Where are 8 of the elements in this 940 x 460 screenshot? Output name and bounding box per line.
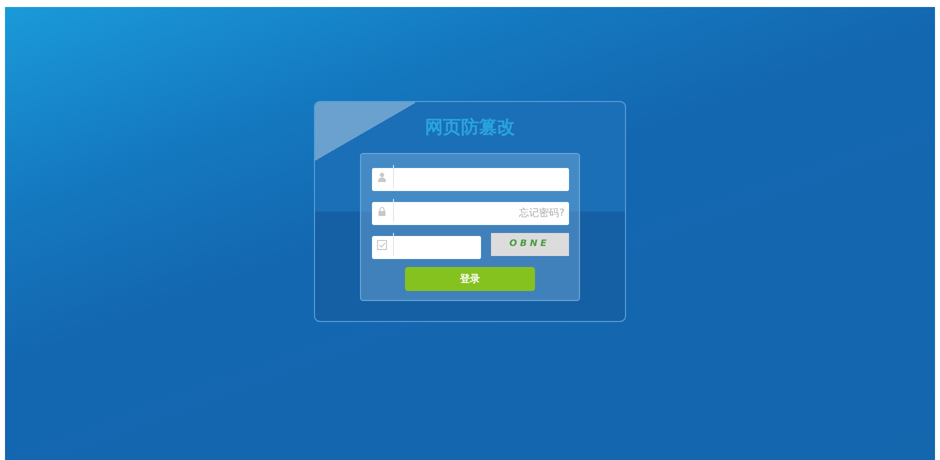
check-icon bbox=[377, 240, 387, 250]
user-icon bbox=[377, 172, 387, 182]
input-field[interactable] bbox=[372, 168, 568, 191]
login-button[interactable]: 登录 bbox=[405, 267, 535, 291]
captcha-image[interactable]: OBNE bbox=[490, 233, 568, 256]
input-field[interactable]: 忘记密码? bbox=[372, 202, 568, 225]
lock-icon bbox=[377, 206, 387, 216]
input-field[interactable] bbox=[372, 236, 480, 259]
